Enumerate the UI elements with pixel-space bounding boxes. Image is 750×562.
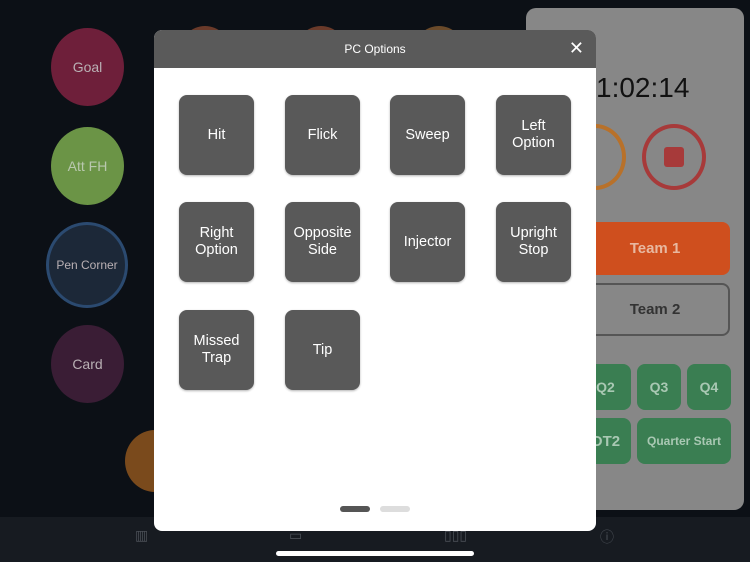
option-opposite-side[interactable]: Opposite Side — [285, 202, 360, 282]
pc-options-modal: PC Options ✕ Hit Flick Sweep Left Option… — [154, 30, 596, 531]
page-indicator[interactable] — [380, 506, 410, 512]
team1-button[interactable]: Team 1 — [580, 222, 730, 275]
quarter-start-button[interactable]: Quarter Start — [637, 418, 731, 464]
modal-header: PC Options ✕ — [154, 30, 596, 68]
close-icon[interactable]: ✕ — [569, 38, 584, 59]
option-sweep[interactable]: Sweep — [390, 95, 465, 175]
card-button[interactable]: Card — [51, 325, 124, 403]
home-indicator — [276, 551, 474, 556]
info-icon[interactable]: ⓘ — [600, 527, 614, 547]
option-tip[interactable]: Tip — [285, 310, 360, 390]
modal-title: PC Options — [344, 42, 406, 56]
field-icon[interactable]: ▥ — [135, 527, 148, 544]
option-hit[interactable]: Hit — [179, 95, 254, 175]
page-indicator-active[interactable] — [340, 506, 370, 512]
q3-button[interactable]: Q3 — [637, 364, 681, 410]
option-right-option[interactable]: Right Option — [179, 202, 254, 282]
match-timer: 1:02:14 — [596, 72, 690, 103]
option-injector[interactable]: Injector — [390, 202, 465, 282]
option-left-option[interactable]: Left Option — [496, 95, 571, 175]
option-flick[interactable]: Flick — [285, 95, 360, 175]
stop-button[interactable] — [642, 124, 706, 190]
pen-corner-button[interactable]: Pen Corner — [46, 222, 128, 308]
goal-button[interactable]: Goal — [51, 28, 124, 106]
option-missed-trap[interactable]: Missed Trap — [179, 310, 254, 390]
att-fh-button[interactable]: Att FH — [51, 127, 124, 205]
stop-icon — [664, 147, 684, 167]
team2-button[interactable]: Team 2 — [580, 283, 730, 336]
option-upright-stop[interactable]: Upright Stop — [496, 202, 571, 282]
q4-button[interactable]: Q4 — [687, 364, 731, 410]
